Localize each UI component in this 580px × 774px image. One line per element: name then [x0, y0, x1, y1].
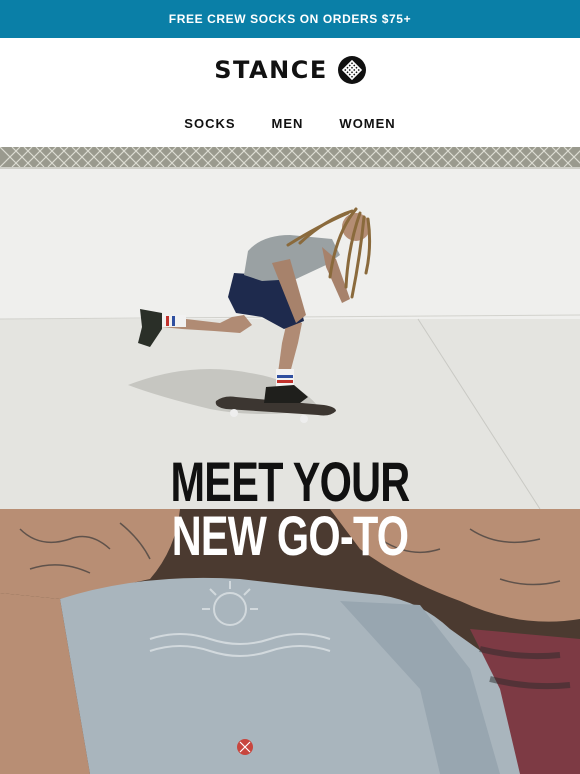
nav-item-women[interactable]: WOMEN [339, 116, 395, 131]
stance-emblem-icon[interactable] [337, 56, 366, 84]
hero-skateboarder-image[interactable] [0, 147, 580, 509]
nav-item-men[interactable]: MEN [272, 116, 304, 131]
brand-header[interactable]: STANCE [0, 38, 580, 102]
promo-banner-link[interactable]: FREE CREW SOCKS ON ORDERS $75+ [169, 12, 411, 26]
promo-banner[interactable]: FREE CREW SOCKS ON ORDERS $75+ [0, 0, 580, 38]
email-page: FREE CREW SOCKS ON ORDERS $75+ STANCE SO… [0, 0, 580, 774]
nav-item-socks[interactable]: SOCKS [184, 116, 235, 131]
main-nav: SOCKS MEN WOMEN [0, 106, 580, 140]
shirt-closeup-image[interactable] [0, 509, 580, 774]
brand-wordmark[interactable]: STANCE [214, 56, 327, 84]
